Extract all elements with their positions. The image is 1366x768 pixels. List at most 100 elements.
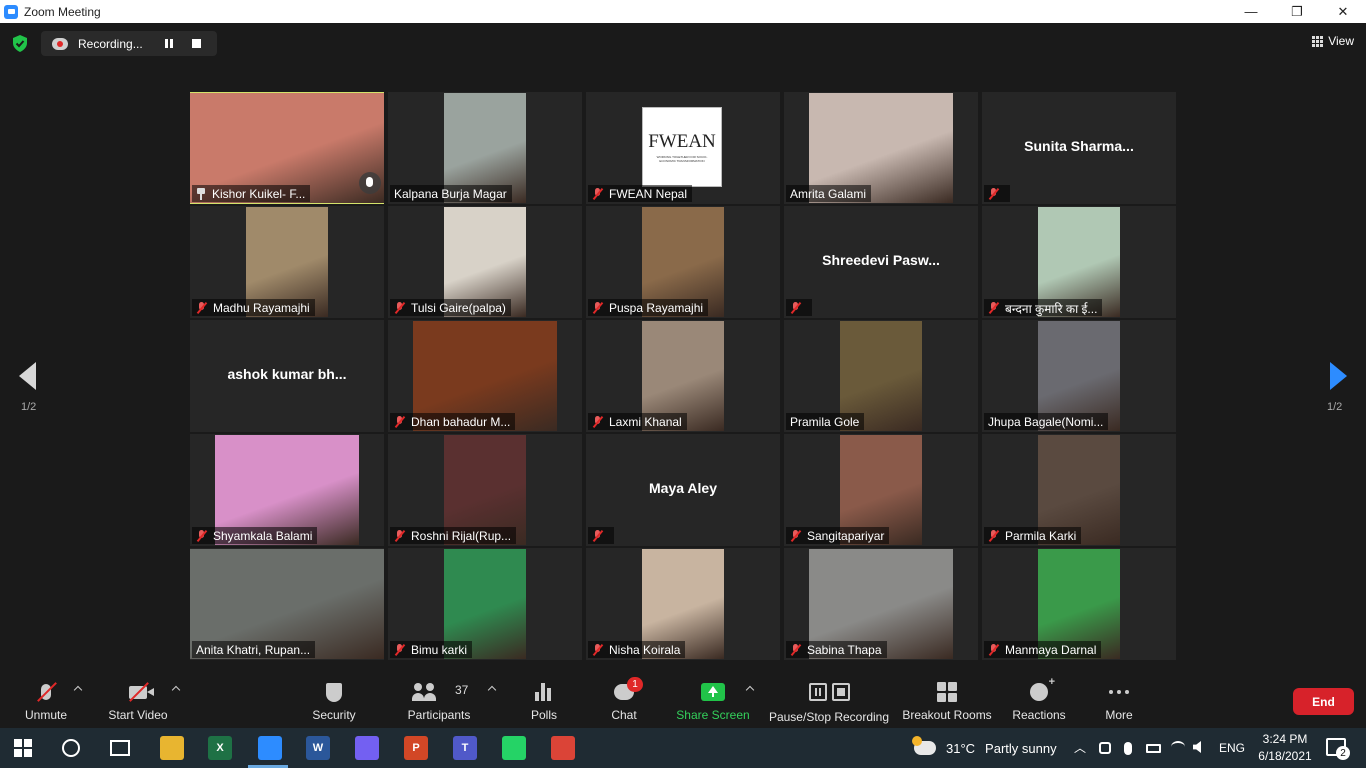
participant-tile[interactable]: Dhan bahadur M... bbox=[388, 320, 582, 432]
participant-name-label: Kalpana Burja Magar bbox=[390, 185, 512, 202]
share-screen-button[interactable]: Share Screen bbox=[676, 667, 750, 728]
file-explorer-icon[interactable] bbox=[160, 736, 184, 760]
participant-tile[interactable]: Manmaya Darnal bbox=[982, 548, 1176, 660]
participant-tile[interactable]: Shreedevi Pasw... bbox=[784, 206, 978, 318]
unmute-button[interactable]: Unmute bbox=[18, 667, 74, 728]
minimize-button[interactable]: — bbox=[1228, 0, 1274, 23]
pause-stop-icon bbox=[808, 681, 850, 703]
word-icon[interactable]: W bbox=[306, 736, 330, 760]
excel-icon[interactable]: X bbox=[208, 736, 232, 760]
chat-button[interactable]: Chat bbox=[604, 667, 644, 728]
stop-recording-icon[interactable] bbox=[192, 39, 201, 48]
video-options-caret[interactable] bbox=[172, 684, 180, 692]
notification-count: 2 bbox=[1336, 746, 1350, 760]
participant-tile[interactable]: Tulsi Gaire(palpa) bbox=[388, 206, 582, 318]
mic-muted-icon bbox=[592, 644, 603, 656]
polls-button[interactable]: Polls bbox=[524, 667, 564, 728]
page-indicator-left: 1/2 bbox=[21, 401, 37, 413]
more-button[interactable]: More bbox=[1100, 667, 1138, 728]
participant-tile[interactable]: Sabina Thapa bbox=[784, 548, 978, 660]
participant-tile[interactable]: Jhupa Bagale(Nomi... bbox=[982, 320, 1176, 432]
participant-name: Manmaya Darnal bbox=[1005, 643, 1097, 657]
pause-stop-recording-button[interactable]: Pause/Stop Recording bbox=[768, 667, 890, 728]
participant-display-name: ashok kumar bh... bbox=[227, 366, 347, 382]
zoom-icon[interactable] bbox=[258, 736, 282, 760]
participant-name-label bbox=[786, 299, 812, 316]
participant-name: Dhan bahadur M... bbox=[411, 415, 511, 429]
participant-tile[interactable]: Kishor Kuikel- F... bbox=[190, 92, 384, 204]
participant-tile[interactable]: Parmila Karki bbox=[982, 434, 1176, 546]
participant-tile[interactable]: Puspa Rayamajhi bbox=[586, 206, 780, 318]
participant-name: Bimu karki bbox=[411, 643, 468, 657]
close-button[interactable]: ✕ bbox=[1320, 0, 1366, 23]
share-screen-icon bbox=[698, 681, 728, 703]
restore-button[interactable]: ❐ bbox=[1274, 0, 1320, 23]
view-button[interactable]: View bbox=[1312, 34, 1354, 48]
microphone-muted-icon bbox=[31, 681, 61, 703]
start-video-button[interactable]: Start Video bbox=[104, 667, 172, 728]
weather-widget[interactable]: 31°C Partly sunny bbox=[912, 728, 1057, 768]
volume-icon[interactable] bbox=[1193, 741, 1201, 753]
participant-tile[interactable]: Maya Aley bbox=[586, 434, 780, 546]
taskbar-clock[interactable]: 3:24 PM 6/18/2021 bbox=[1255, 731, 1315, 765]
security-button[interactable]: Security bbox=[306, 667, 362, 728]
participant-name: Puspa Rayamajhi bbox=[609, 301, 704, 315]
microphone-icon[interactable] bbox=[1124, 742, 1132, 755]
participant-tile[interactable]: ashok kumar bh... bbox=[190, 320, 384, 432]
pause-recording-icon[interactable] bbox=[162, 37, 176, 51]
participant-tile[interactable]: Shyamkala Balami bbox=[190, 434, 384, 546]
participant-tile[interactable]: Sunita Sharma... bbox=[982, 92, 1176, 204]
participant-name: Amrita Galami bbox=[790, 187, 867, 201]
notification-center-icon[interactable]: 2 bbox=[1326, 738, 1350, 760]
chrome-icon[interactable] bbox=[551, 736, 575, 760]
reactions-button[interactable]: Reactions bbox=[1010, 667, 1068, 728]
participant-tile[interactable]: Bimu karki bbox=[388, 548, 582, 660]
next-page-button[interactable]: 1/2 bbox=[1306, 330, 1366, 430]
participant-tile[interactable]: Pramila Gole bbox=[784, 320, 978, 432]
end-meeting-button[interactable]: End bbox=[1293, 688, 1354, 715]
participants-label: Participants bbox=[407, 708, 471, 722]
participant-name: Parmila Karki bbox=[1005, 529, 1077, 543]
powerpoint-icon[interactable]: P bbox=[404, 736, 428, 760]
cloud-recording-icon bbox=[52, 37, 68, 50]
weather-partly-sunny-icon bbox=[912, 736, 936, 755]
participants-button[interactable]: Participants bbox=[404, 667, 474, 728]
participant-tile[interactable]: Amrita Galami bbox=[784, 92, 978, 204]
participant-tile[interactable]: Anita Khatri, Rupan... bbox=[190, 548, 384, 660]
show-hidden-icons-chevron-icon[interactable]: ︿ bbox=[1074, 739, 1086, 756]
language-indicator[interactable]: ENG bbox=[1219, 728, 1245, 768]
search-icon[interactable] bbox=[62, 739, 80, 757]
windows-start-icon[interactable] bbox=[14, 739, 32, 757]
participant-name: Roshni Rijal(Rup... bbox=[411, 529, 512, 543]
participant-name: Madhu Rayamajhi bbox=[213, 301, 310, 315]
viber-icon[interactable] bbox=[355, 736, 379, 760]
battery-icon[interactable] bbox=[1146, 744, 1161, 753]
task-view-icon[interactable] bbox=[110, 740, 130, 756]
meet-now-icon[interactable] bbox=[1099, 742, 1111, 754]
mic-muted-icon bbox=[394, 416, 405, 428]
participant-tile[interactable]: Nisha Koirala bbox=[586, 548, 780, 660]
audio-options-caret[interactable] bbox=[74, 684, 82, 692]
participant-tile[interactable]: बन्दना कुमारि का ई... bbox=[982, 206, 1176, 318]
share-options-caret[interactable] bbox=[746, 684, 754, 692]
participant-name-label: Parmila Karki bbox=[984, 527, 1082, 544]
participant-tile[interactable]: Sangitapariyar bbox=[784, 434, 978, 546]
participant-tile[interactable]: FWEAN WORKING TOGETHER FOR SOCIO-ECONOMIC… bbox=[586, 92, 780, 204]
wifi-icon[interactable] bbox=[1171, 741, 1185, 753]
participant-name-label: FWEAN Nepal bbox=[588, 185, 693, 202]
fwean-logo: FWEAN WORKING TOGETHER FOR SOCIO-ECONOMIC… bbox=[642, 107, 722, 187]
whatsapp-icon[interactable] bbox=[502, 736, 526, 760]
participant-name: Shyamkala Balami bbox=[213, 529, 313, 543]
arrow-right-icon bbox=[1330, 362, 1347, 390]
breakout-rooms-button[interactable]: Breakout Rooms bbox=[902, 667, 992, 728]
participant-tile[interactable]: Kalpana Burja Magar bbox=[388, 92, 582, 204]
participants-options-caret[interactable] bbox=[488, 684, 496, 692]
participant-tile[interactable]: Laxmi Khanal bbox=[586, 320, 780, 432]
teams-icon[interactable]: T bbox=[453, 736, 477, 760]
participant-tile[interactable]: Madhu Rayamajhi bbox=[190, 206, 384, 318]
mic-muted-icon bbox=[988, 188, 999, 200]
encryption-shield-icon[interactable] bbox=[12, 35, 28, 52]
previous-page-button[interactable]: 1/2 bbox=[0, 330, 60, 430]
participant-name-label: Jhupa Bagale(Nomi... bbox=[984, 413, 1109, 430]
participant-tile[interactable]: Roshni Rijal(Rup... bbox=[388, 434, 582, 546]
